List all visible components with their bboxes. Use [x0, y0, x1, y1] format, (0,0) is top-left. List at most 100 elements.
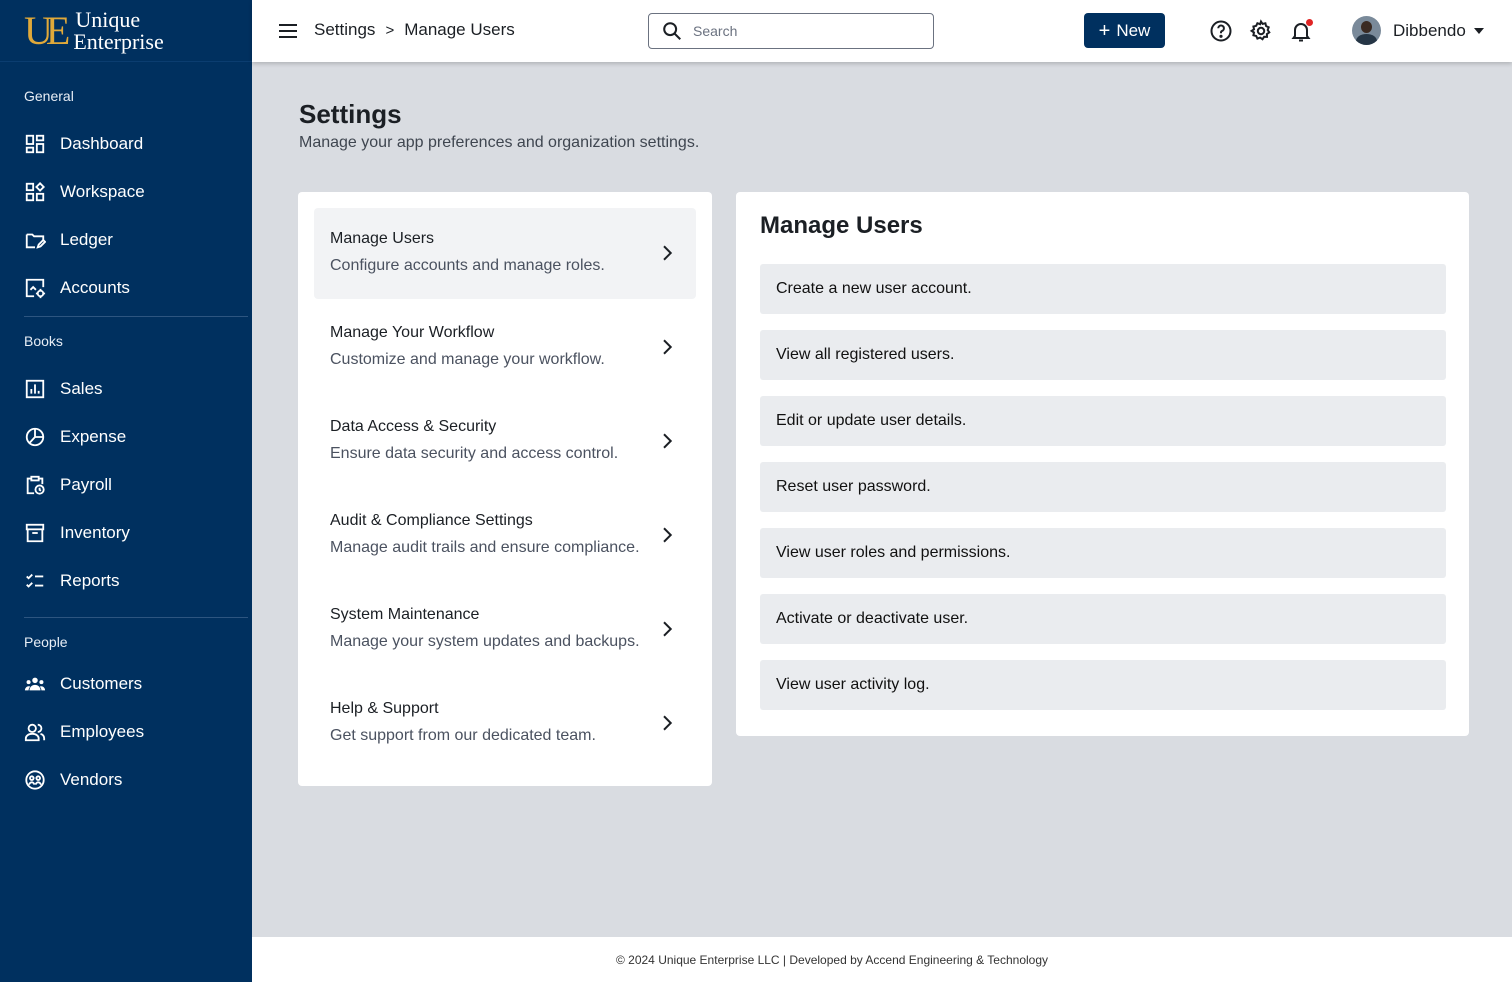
settings-item-title: Manage Users: [330, 230, 435, 247]
chevron-right-icon: [663, 527, 673, 543]
sidebar-item-customers[interactable]: Customers: [0, 660, 252, 708]
sidebar-item-label: Payroll: [60, 475, 112, 494]
breadcrumb: Settings > Manage Users: [314, 20, 515, 40]
nav-heading: People: [24, 634, 68, 650]
reports-checklist-icon: [26, 573, 44, 588]
sidebar-item-label: Workspace: [60, 182, 145, 201]
nav-section-general: General Dashboard Workspace Ledger Accou…: [0, 62, 252, 317]
brand-line-1: Unique: [75, 6, 141, 32]
workspace-icon: [25, 181, 46, 202]
accounts-icon: [25, 278, 46, 299]
user-menu[interactable]: Dibbendo: [1352, 16, 1484, 45]
sidebar-item-label: Reports: [60, 571, 120, 590]
sidebar-item-vendors[interactable]: Vendors: [0, 756, 252, 804]
sidebar-item-sales[interactable]: Sales: [0, 365, 252, 413]
settings-item-desc: Manage audit trails and ensure complianc…: [330, 539, 640, 556]
manage-users-panel: Manage Users Create a new user account. …: [736, 192, 1469, 736]
sidebar-item-inventory[interactable]: Inventory: [0, 509, 252, 557]
help-icon[interactable]: [1209, 19, 1233, 43]
settings-item-workflow[interactable]: Manage Your Workflow Customize and manag…: [314, 302, 696, 393]
chevron-down-icon: [1473, 27, 1484, 34]
action-view-users[interactable]: View all registered users.: [760, 330, 1446, 380]
search-box[interactable]: [648, 13, 934, 49]
ledger-icon: [25, 233, 46, 249]
chevron-right-icon: [663, 245, 673, 261]
settings-item-desc: Ensure data security and access control.: [330, 445, 619, 462]
sidebar-item-label: Customers: [60, 674, 143, 693]
settings-item-title: Manage Your Workflow: [330, 324, 495, 341]
gear-icon[interactable]: [1249, 19, 1273, 43]
brand-logo[interactable]: UE Unique Enterprise: [0, 0, 252, 62]
settings-item-title: System Maintenance: [330, 606, 480, 623]
sidebar: UE Unique Enterprise General Dashboard W…: [0, 0, 252, 982]
sidebar-item-reports[interactable]: Reports: [0, 557, 252, 605]
settings-item-maintenance[interactable]: System Maintenance Manage your system up…: [314, 584, 696, 675]
user-name: Dibbendo: [1393, 20, 1466, 40]
payroll-icon: [26, 475, 45, 495]
action-activate-user[interactable]: Activate or deactivate user.: [760, 594, 1446, 644]
action-view-roles[interactable]: View user roles and permissions.: [760, 528, 1446, 578]
settings-item-manage-users[interactable]: Manage Users Configure accounts and mana…: [314, 208, 696, 299]
sidebar-item-accounts[interactable]: Accounts: [0, 264, 252, 312]
expense-pie-icon: [25, 427, 45, 447]
sidebar-item-payroll[interactable]: Payroll: [0, 461, 252, 509]
settings-item-desc: Configure accounts and manage roles.: [330, 257, 605, 274]
chevron-right-icon: [663, 433, 673, 449]
panel-title: Manage Users: [760, 212, 923, 239]
new-button[interactable]: + New: [1084, 13, 1165, 48]
settings-item-desc: Get support from our dedicated team.: [330, 727, 596, 744]
sidebar-item-label: Accounts: [60, 278, 130, 297]
settings-item-security[interactable]: Data Access & Security Ensure data secur…: [314, 396, 696, 487]
nav-section-books: Books Sales Expense Payroll Inventory Re…: [0, 317, 252, 618]
notifications-button[interactable]: [1289, 19, 1313, 43]
search-icon: [663, 22, 681, 40]
sidebar-item-expense[interactable]: Expense: [0, 413, 252, 461]
settings-item-desc: Customize and manage your workflow.: [330, 351, 605, 368]
sidebar-item-label: Dashboard: [60, 134, 144, 153]
sidebar-item-ledger[interactable]: Ledger: [0, 216, 252, 264]
action-create-user[interactable]: Create a new user account.: [760, 264, 1446, 314]
sidebar-item-label: Inventory: [60, 523, 130, 542]
employees-icon: [24, 723, 46, 742]
chevron-right-icon: [663, 339, 673, 355]
hamburger-menu-icon[interactable]: [276, 19, 300, 43]
breadcrumb-current: Manage Users: [404, 20, 515, 39]
search-input[interactable]: [693, 23, 893, 39]
settings-menu: Manage Users Configure accounts and mana…: [298, 192, 712, 786]
settings-item-title: Audit & Compliance Settings: [330, 512, 533, 529]
nav-section-people: People Customers Employees Vendors: [0, 618, 252, 804]
footer: © 2024 Unique Enterprise LLC | Developed…: [252, 937, 1512, 982]
breadcrumb-separator: >: [385, 21, 395, 39]
sidebar-item-employees[interactable]: Employees: [0, 708, 252, 756]
settings-item-audit[interactable]: Audit & Compliance Settings Manage audit…: [314, 490, 696, 581]
sidebar-item-label: Vendors: [60, 770, 123, 789]
nav-heading: Books: [24, 333, 63, 349]
action-activity-log[interactable]: View user activity log.: [760, 660, 1446, 710]
sidebar-item-label: Sales: [60, 379, 103, 398]
footer-text: © 2024 Unique Enterprise LLC | Developed…: [615, 952, 1049, 967]
breadcrumb-settings[interactable]: Settings: [314, 20, 375, 40]
action-edit-user[interactable]: Edit or update user details.: [760, 396, 1446, 446]
chevron-right-icon: [663, 621, 673, 637]
page-title: Settings: [299, 99, 402, 129]
sidebar-item-label: Ledger: [60, 230, 113, 249]
customers-icon: [24, 677, 46, 691]
action-reset-password[interactable]: Reset user password.: [760, 462, 1446, 512]
sidebar-item-label: Employees: [60, 722, 145, 741]
settings-item-help[interactable]: Help & Support Get support from our dedi…: [314, 678, 696, 769]
nav-heading: General: [24, 88, 74, 104]
sales-chart-icon: [25, 379, 45, 399]
new-button-label: New: [1116, 20, 1151, 40]
plus-icon: +: [1098, 19, 1111, 42]
dashboard-icon: [25, 134, 45, 154]
settings-item-title: Help & Support: [330, 700, 439, 717]
sidebar-item-workspace[interactable]: Workspace: [0, 168, 252, 216]
sidebar-item-label: Expense: [60, 427, 127, 446]
settings-item-title: Data Access & Security: [330, 418, 497, 435]
brand-mark: UE: [24, 7, 70, 53]
notification-dot: [1306, 19, 1313, 26]
brand-name: Unique Enterprise: [73, 6, 163, 53]
vendors-icon: [25, 770, 45, 790]
sidebar-item-dashboard[interactable]: Dashboard: [0, 120, 252, 168]
inventory-icon: [25, 523, 45, 543]
